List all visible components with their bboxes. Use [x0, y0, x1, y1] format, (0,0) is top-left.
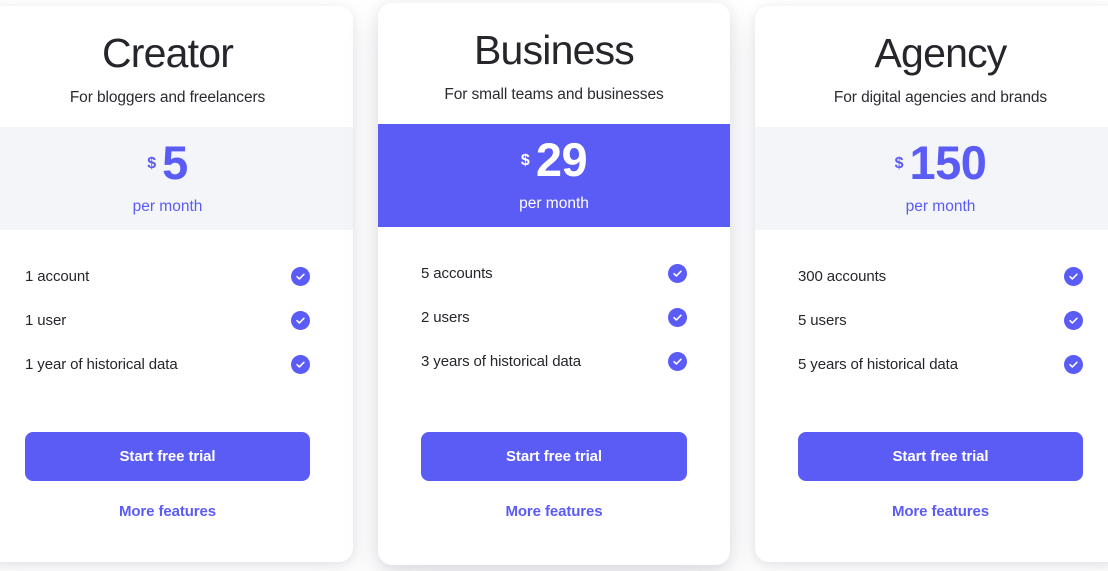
feature-label: 5 years of historical data: [798, 356, 958, 374]
more-features-link[interactable]: More features: [421, 503, 687, 520]
feature-label: 1 year of historical data: [25, 356, 178, 374]
pricing-plans-grid: Creator For bloggers and freelancers $ 5…: [0, 0, 1108, 571]
plan-tagline: For bloggers and freelancers: [69, 89, 266, 107]
card-header: Creator For bloggers and freelancers: [0, 6, 353, 127]
currency-symbol: $: [894, 154, 904, 172]
start-free-trial-button[interactable]: Start free trial: [25, 432, 310, 481]
pricing-card-creator: Creator For bloggers and freelancers $ 5…: [0, 6, 353, 562]
feature-item: 300 accounts: [798, 267, 1083, 287]
plan-tagline: For digital agencies and brands: [833, 89, 1048, 107]
price-amount: 29: [535, 132, 588, 186]
more-features-link[interactable]: More features: [798, 503, 1083, 520]
check-circle-icon: [1064, 355, 1083, 375]
card-actions: Start free trial More features: [0, 432, 353, 562]
check-circle-icon: [668, 264, 687, 284]
card-header: Agency For digital agencies and brands: [755, 6, 1108, 127]
card-actions: Start free trial More features: [755, 432, 1108, 562]
pricing-card-business: Business For small teams and businesses …: [378, 3, 730, 565]
billing-period: per month: [519, 195, 589, 213]
feature-item: 1 account: [25, 267, 310, 287]
price-amount: 150: [909, 135, 987, 189]
check-circle-icon: [668, 352, 687, 372]
check-circle-icon: [291, 311, 310, 331]
feature-label: 1 user: [25, 312, 67, 330]
price-row: $ 150: [894, 135, 987, 189]
start-free-trial-button[interactable]: Start free trial: [421, 432, 687, 481]
billing-period: per month: [905, 198, 976, 216]
feature-item: 1 user: [25, 311, 310, 331]
billing-period: per month: [132, 198, 203, 216]
check-circle-icon: [668, 308, 687, 328]
card-actions: Start free trial More features: [378, 432, 730, 565]
plan-name: Agency: [874, 30, 1008, 76]
check-circle-icon: [291, 267, 310, 287]
price-band: $ 5 per month: [0, 127, 353, 231]
check-circle-icon: [291, 355, 310, 375]
check-circle-icon: [1064, 267, 1083, 287]
currency-symbol: $: [520, 151, 530, 169]
plan-name: Business: [474, 27, 635, 73]
price-row: $ 5: [147, 135, 188, 189]
feature-list: 5 accounts 2 users 3 years of historical…: [378, 227, 730, 372]
feature-item: 1 year of historical data: [25, 355, 310, 375]
start-free-trial-button[interactable]: Start free trial: [798, 432, 1083, 481]
feature-label: 1 account: [25, 268, 90, 286]
feature-list: 300 accounts 5 users 5 years of historic…: [755, 230, 1108, 375]
feature-list: 1 account 1 user 1 year of historical da…: [0, 230, 353, 375]
plan-name: Creator: [101, 30, 234, 76]
price-row: $ 29: [520, 132, 588, 186]
plan-tagline: For small teams and businesses: [444, 86, 664, 104]
feature-item: 5 years of historical data: [798, 355, 1083, 375]
feature-label: 2 users: [421, 309, 470, 327]
pricing-card-agency: Agency For digital agencies and brands $…: [755, 6, 1108, 562]
feature-item: 3 years of historical data: [421, 352, 687, 372]
feature-item: 5 users: [798, 311, 1083, 331]
feature-label: 5 users: [798, 312, 847, 330]
feature-item: 5 accounts: [421, 264, 687, 284]
feature-item: 2 users: [421, 308, 687, 328]
feature-label: 3 years of historical data: [421, 353, 581, 371]
card-header: Business For small teams and businesses: [378, 3, 730, 124]
feature-label: 5 accounts: [421, 265, 493, 283]
more-features-link[interactable]: More features: [25, 503, 310, 520]
price-amount: 5: [162, 135, 188, 189]
feature-label: 300 accounts: [798, 268, 887, 286]
currency-symbol: $: [147, 154, 157, 172]
price-band: $ 150 per month: [755, 127, 1108, 231]
price-band: $ 29 per month: [378, 124, 730, 228]
check-circle-icon: [1064, 311, 1083, 331]
